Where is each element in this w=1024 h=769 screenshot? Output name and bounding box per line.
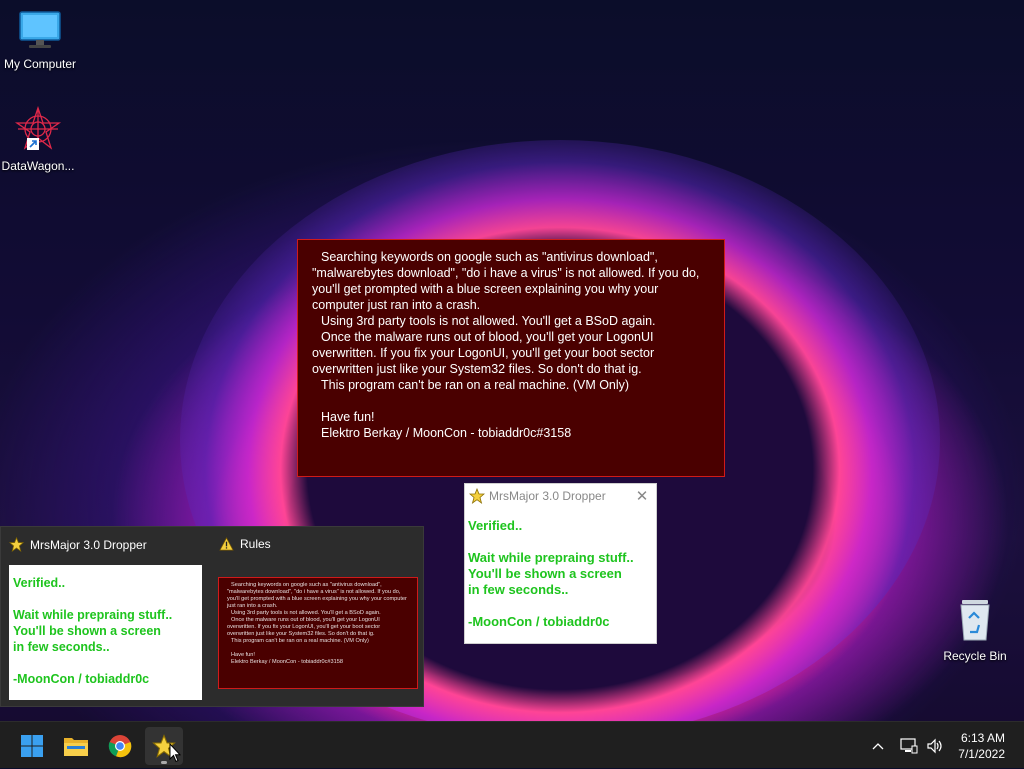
desktop-icon-datawagon[interactable]: DataWagon... [0,105,78,173]
preview-thumbnail-dropper[interactable]: Verified.. Wait while prepraing stuff.. … [9,565,202,700]
wait-text: Wait while prepraing stuff.. [468,550,634,565]
author-text: -MoonCon / tobiaddr0c [13,672,150,686]
shown-text: You'll be shown a screen [13,624,161,638]
warning-icon [219,537,234,551]
rules-line: Once the malware runs out of blood, you'… [227,617,381,637]
rules-line: Searching keywords on google such as "an… [312,250,700,312]
rules-line: Have fun! [321,410,375,424]
show-hidden-icons-button[interactable] [872,742,884,750]
rules-line: This program can't be ran on a real mach… [321,378,630,392]
preview-title-text: Rules [240,537,271,551]
rules-line: Once the malware runs out of blood, you'… [312,330,655,376]
desktop-icon-recycle-bin[interactable]: Recycle Bin [935,598,1015,663]
preview-thumbnail-rules[interactable]: Searching keywords on google such as "an… [218,577,418,689]
clock-date: 7/1/2022 [958,746,1005,761]
rules-line: Have fun! [231,652,255,658]
taskbar-preview-flyout: MrsMajor 3.0 Dropper Rules Verified.. Wa… [0,526,424,707]
taskbar-file-explorer[interactable] [57,727,95,765]
taskbar: 6:13 AM 7/1/2022 [0,721,1024,768]
author-text: -MoonCon / tobiaddr0c [468,614,610,629]
datawagon-app-icon [14,105,62,150]
clock-time: 6:13 AM [960,730,1005,745]
close-icon: ✕ [635,488,649,505]
verified-text: Verified.. [468,518,523,533]
dropper-title: MrsMajor 3.0 Dropper [489,489,606,503]
wait-text: Wait while prepraing stuff.. [13,608,173,622]
rules-line: Elektro Berkay / MoonCon - tobiaddr0c#31… [321,426,572,440]
dropper-window[interactable]: MrsMajor 3.0 Dropper ✕ Verified.. Wait w… [464,483,657,644]
mouse-cursor-icon [169,743,181,763]
seconds-text: in few seconds.. [468,582,569,597]
rules-line: Using 3rd party tools is not allowed. Yo… [321,314,656,328]
start-button[interactable] [13,727,51,765]
seconds-text: in few seconds.. [13,640,110,654]
desktop-icon-my-computer[interactable]: My Computer [0,10,80,71]
system-tray: 6:13 AM 7/1/2022 [860,722,1024,769]
preview-title-dropper[interactable]: MrsMajor 3.0 Dropper [9,537,147,552]
rules-line: Elektro Berkay / MoonCon - tobiaddr0c#31… [231,659,343,665]
network-button[interactable] [900,737,918,754]
dropper-titlebar[interactable]: MrsMajor 3.0 Dropper ✕ [465,484,656,508]
rules-line: Using 3rd party tools is not allowed. Yo… [231,610,381,616]
star-icon [9,537,24,552]
star-icon [469,488,485,504]
recycle-bin-icon [960,600,990,641]
preview-title-text: MrsMajor 3.0 Dropper [30,537,147,552]
speaker-icon [927,738,942,753]
clock[interactable]: 6:13 AM 7/1/2022 [958,730,1005,762]
desktop-icon-label: DataWagon... [1,159,75,173]
rules-window[interactable]: Searching keywords on google such as "an… [297,239,725,477]
close-button[interactable]: ✕ [628,487,656,505]
volume-button[interactable] [926,738,944,754]
rules-line: This program can't be ran on a real mach… [231,638,369,644]
folder-icon [64,738,88,756]
chevron-up-icon [872,742,884,749]
preview-title-rules[interactable]: Rules [219,537,271,551]
rules-line: Searching keywords on google such as "an… [227,582,407,609]
network-icon [900,737,918,753]
chrome-icon [108,735,132,758]
running-indicator [161,761,167,764]
verified-text: Verified.. [13,576,66,590]
shown-text: You'll be shown a screen [468,566,622,581]
desktop-icon-label: Recycle Bin [943,649,1007,663]
desktop-icon-label: My Computer [3,57,77,71]
monitor-icon [19,11,61,48]
windows-logo-icon [21,735,43,757]
taskbar-chrome[interactable] [101,727,139,765]
